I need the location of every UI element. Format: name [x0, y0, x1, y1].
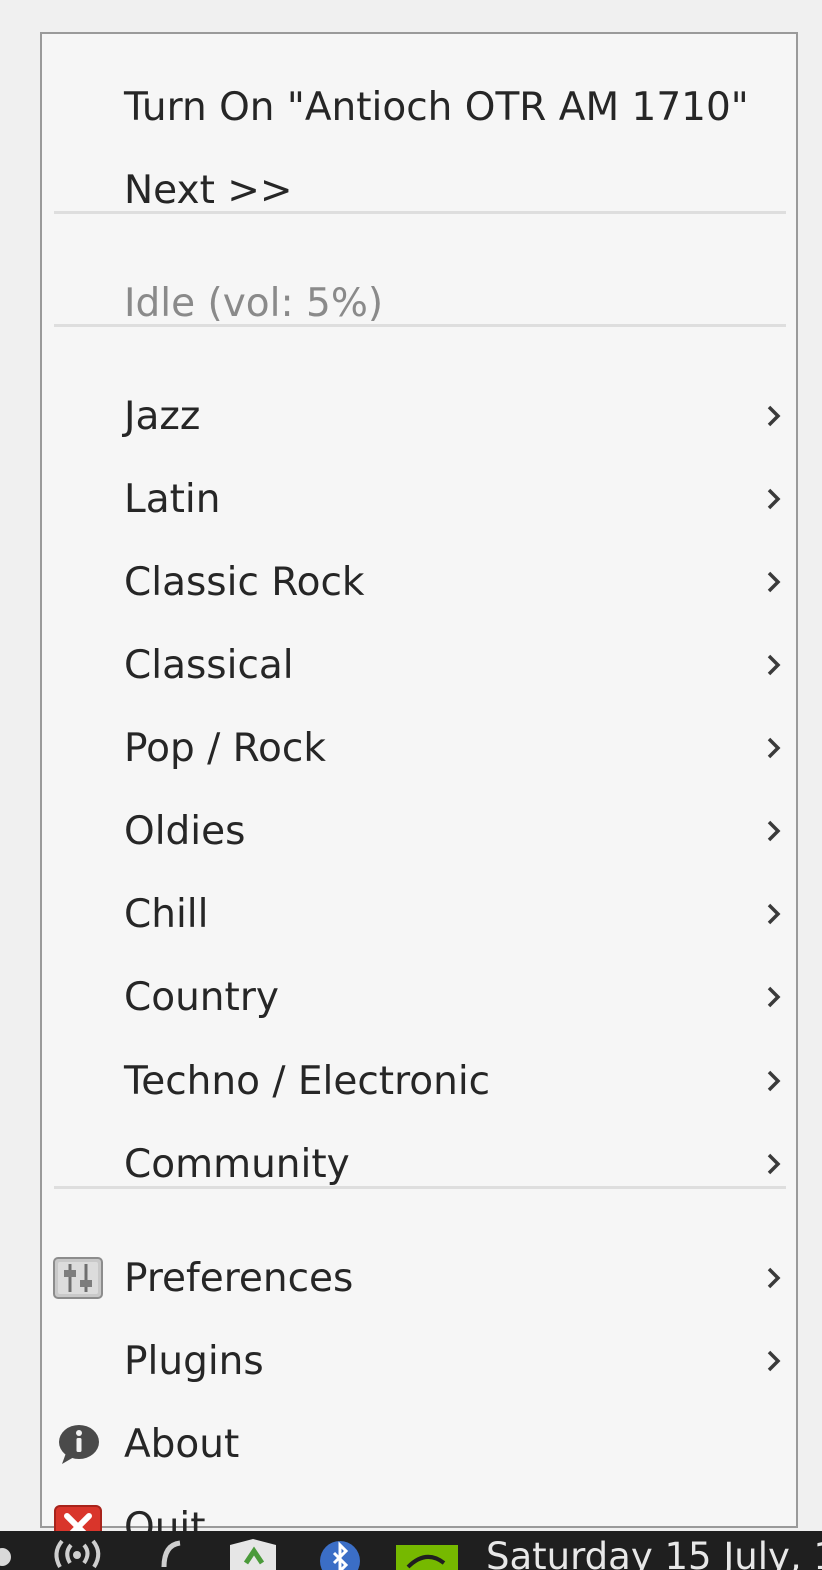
genre-item-pop-rock[interactable]: Pop / Rock	[42, 712, 796, 784]
network-icon[interactable]	[152, 1537, 192, 1570]
menu-separator	[54, 324, 786, 327]
genre-item-jazz[interactable]: Jazz	[42, 380, 796, 452]
preferences-icon	[53, 1257, 103, 1299]
menu-item-label: About	[124, 1421, 240, 1467]
shield-icon[interactable]	[224, 1537, 282, 1570]
chevron-right-icon	[767, 1153, 781, 1175]
genre-item-community[interactable]: Community	[42, 1128, 796, 1200]
menu-item-label: Pop / Rock	[124, 725, 326, 771]
chevron-right-icon	[767, 1070, 781, 1092]
menu-item-label: Plugins	[124, 1338, 264, 1384]
status-label: Idle (vol: 5%)	[124, 280, 384, 326]
menu-item-label: Oldies	[124, 808, 246, 854]
wireless-icon[interactable]	[48, 1537, 106, 1570]
chevron-right-icon	[767, 1267, 781, 1289]
chevron-right-icon	[767, 1350, 781, 1372]
menu-item-label: Chill	[124, 891, 209, 937]
turn-on-station-item[interactable]: Turn On "Antioch OTR AM 1710"	[42, 71, 796, 143]
menu-item-label: Latin	[124, 476, 221, 522]
chevron-right-icon	[767, 986, 781, 1008]
chevron-right-icon	[767, 820, 781, 842]
chevron-right-icon	[767, 571, 781, 593]
menu-item-label: Classic Rock	[124, 559, 365, 605]
menu-item-label: Community	[124, 1141, 350, 1187]
menu-item-label: Classical	[124, 642, 294, 688]
menu-separator	[54, 211, 786, 214]
genre-item-oldies[interactable]: Oldies	[42, 795, 796, 867]
menu-item-label: Techno / Electronic	[124, 1058, 491, 1104]
status-item: Idle (vol: 5%)	[42, 267, 796, 339]
preferences-item[interactable]: Preferences	[42, 1242, 796, 1314]
chevron-right-icon	[767, 737, 781, 759]
context-menu: Turn On "Antioch OTR AM 1710" Next >> Id…	[40, 32, 798, 1550]
genre-item-latin[interactable]: Latin	[42, 463, 796, 535]
genre-item-chill[interactable]: Chill	[42, 878, 796, 950]
nvidia-icon[interactable]	[396, 1537, 458, 1570]
menu-item-label: Next >>	[124, 167, 293, 213]
menu-item-label: Jazz	[124, 393, 201, 439]
genre-item-classical[interactable]: Classical	[42, 629, 796, 701]
genre-item-classic-rock[interactable]: Classic Rock	[42, 546, 796, 618]
chevron-right-icon	[767, 903, 781, 925]
tray-icon-partial[interactable]	[0, 1537, 18, 1570]
genre-item-techno-electronic[interactable]: Techno / Electronic	[42, 1045, 796, 1117]
plugins-item[interactable]: Plugins	[42, 1325, 796, 1397]
genre-item-country[interactable]: Country	[42, 961, 796, 1033]
taskbar: Saturday 15 July, 1	[0, 1531, 822, 1570]
chevron-right-icon	[767, 488, 781, 510]
info-icon	[59, 1425, 99, 1464]
menu-separator	[54, 1186, 786, 1189]
chevron-right-icon	[767, 654, 781, 676]
bluetooth-icon[interactable]	[316, 1537, 364, 1570]
clock[interactable]: Saturday 15 July, 1	[486, 1535, 822, 1570]
menu-item-label: Turn On "Antioch OTR AM 1710"	[124, 84, 749, 130]
menu-item-label: Country	[124, 974, 279, 1020]
menu-item-label: Preferences	[124, 1255, 354, 1301]
about-item[interactable]: About	[42, 1408, 796, 1480]
chevron-right-icon	[767, 405, 781, 427]
next-station-item[interactable]: Next >>	[42, 154, 796, 226]
